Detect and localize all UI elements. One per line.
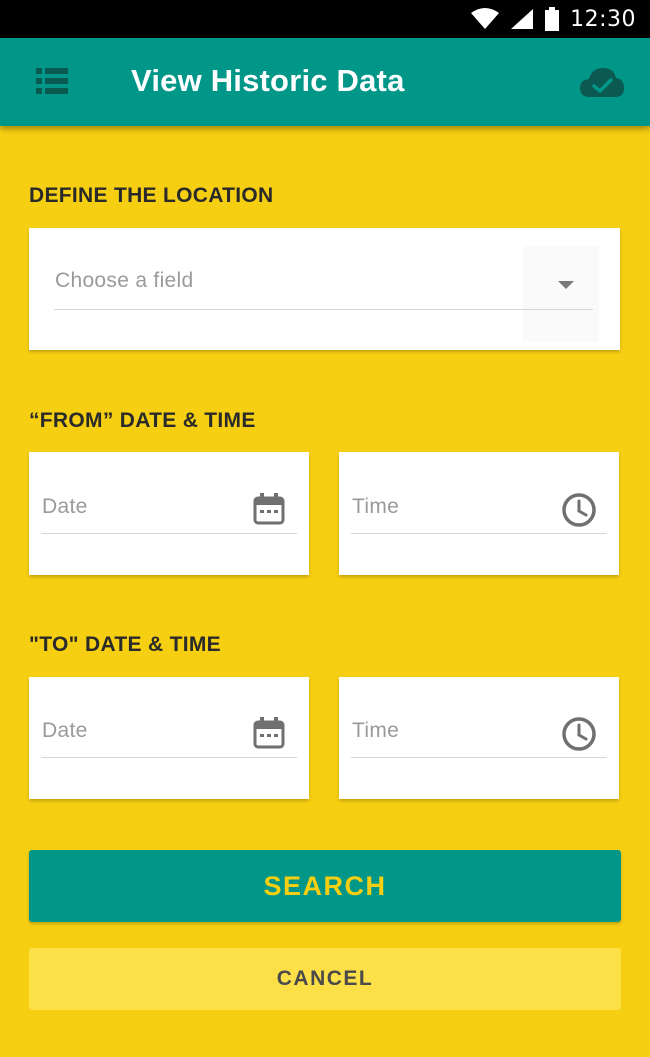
- app-bar: View Historic Data: [0, 38, 650, 126]
- search-button[interactable]: SEARCH: [29, 850, 621, 922]
- location-select[interactable]: Choose a field: [55, 269, 193, 293]
- clock-icon[interactable]: [561, 492, 597, 528]
- location-heading: DEFINE THE LOCATION: [29, 184, 274, 207]
- battery-icon: [545, 7, 560, 31]
- to-date-card[interactable]: Date: [29, 677, 309, 799]
- status-icons: 12:30: [470, 5, 636, 33]
- to-time-input[interactable]: Time: [352, 719, 399, 743]
- cloud-check-icon[interactable]: [578, 65, 626, 99]
- menu-list-icon[interactable]: [36, 68, 68, 94]
- calendar-icon[interactable]: [252, 492, 286, 526]
- from-heading: “FROM” DATE & TIME: [29, 409, 256, 432]
- calendar-icon[interactable]: [252, 716, 286, 750]
- wifi-icon: [471, 8, 500, 29]
- status-bar: 12:30: [0, 0, 650, 38]
- from-date-underline: [41, 533, 297, 534]
- from-date-input[interactable]: Date: [42, 495, 88, 519]
- to-date-underline: [41, 757, 297, 758]
- page-title: View Historic Data: [131, 63, 405, 98]
- to-time-underline: [351, 757, 607, 758]
- status-time: 12:30: [570, 6, 636, 32]
- chevron-down-icon: [558, 281, 574, 289]
- location-dropdown-button[interactable]: [523, 246, 599, 342]
- from-time-card[interactable]: Time: [339, 452, 619, 575]
- from-time-input[interactable]: Time: [352, 495, 399, 519]
- to-heading: "TO" DATE & TIME: [29, 633, 221, 656]
- from-time-underline: [351, 533, 607, 534]
- to-date-input[interactable]: Date: [42, 719, 88, 743]
- cancel-button[interactable]: CANCEL: [29, 948, 621, 1010]
- from-date-card[interactable]: Date: [29, 452, 309, 575]
- location-field-card: Choose a field: [29, 228, 620, 350]
- clock-icon[interactable]: [561, 716, 597, 752]
- signal-icon: [511, 9, 534, 29]
- location-underline: [54, 309, 593, 310]
- to-time-card[interactable]: Time: [339, 677, 619, 799]
